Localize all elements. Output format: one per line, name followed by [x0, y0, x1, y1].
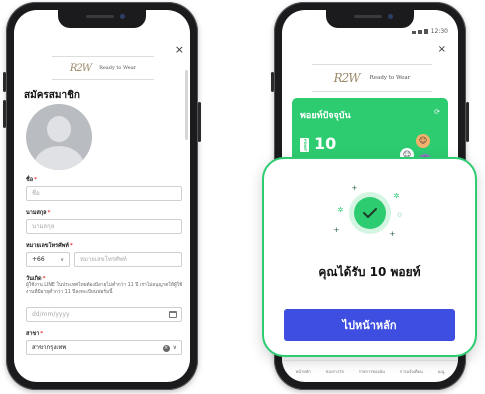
smiley-icon: ☺ — [416, 134, 430, 148]
last-name-label: นามสกุล* — [26, 210, 51, 216]
brand-logo: R2W Ready to Wear — [312, 64, 432, 92]
birthday-placeholder: dd/mm/yyyy — [32, 311, 70, 318]
phone-side-button — [198, 102, 201, 142]
phone-notch — [58, 10, 146, 28]
success-message: คุณได้รับ 10 พอยท์ — [318, 265, 421, 279]
branch-select[interactable]: สาขากรุงเทพ × ∨ — [26, 340, 182, 355]
birthday-hint: ผู้ใช้งาน LINE ในประเทศไทยต้องมีอายุไม่ต… — [26, 283, 183, 295]
birthday-input[interactable]: dd/mm/yyyy — [26, 307, 182, 322]
close-button[interactable]: × — [175, 44, 184, 55]
avatar-upload[interactable] — [26, 104, 92, 170]
phone-side-button — [271, 72, 274, 92]
country-code-value: +66 — [32, 256, 45, 263]
points-value: 10 — [314, 134, 337, 153]
avatar-placeholder-icon — [47, 116, 71, 142]
logo-text: Ready to Wear — [99, 65, 137, 71]
signal-battery-icon — [412, 29, 428, 34]
sparkle-icon: ✲ — [337, 206, 344, 214]
phone-side-button — [3, 72, 6, 92]
refresh-icon[interactable]: ⟳ — [434, 108, 440, 116]
last-name-input[interactable]: นามสกุล — [26, 219, 182, 234]
brand-logo: R2W Ready to Wear — [52, 56, 154, 80]
birthday-label: วันเกิด* — [26, 276, 46, 282]
points-card-title: พอยท์ปัจจุบัน — [300, 111, 351, 121]
close-button[interactable]: × — [438, 44, 446, 55]
phone-input[interactable]: หมายเลขโทรศัพท์ — [74, 252, 182, 267]
logo-mark: R2W — [69, 62, 92, 74]
register-screen: × R2W Ready to Wear สมัครสมาชิก ชื่อ* ชื… — [14, 10, 190, 382]
scrollbar[interactable] — [185, 70, 188, 140]
country-code-select[interactable]: +66 ∨ — [26, 252, 70, 267]
go-home-button[interactable]: ไปหน้าหลัก — [284, 309, 455, 341]
phone-notch — [326, 10, 414, 28]
status-time: 12:30 — [430, 28, 448, 35]
logo-text: Ready to Wear — [369, 75, 411, 81]
sparkle-icon: ✲ — [393, 192, 400, 200]
logo-mark: R2W — [333, 71, 361, 85]
phone-side-button — [3, 100, 6, 128]
branch-value: สาขากรุงเทพ — [32, 344, 67, 351]
success-modal: + ✲ + ✲ ○ + คุณได้รับ 10 พอยท์ ไปหน้าหลั… — [262, 157, 477, 357]
chevron-down-icon: ∨ — [60, 257, 64, 263]
page-title: สมัครสมาชิก — [24, 90, 80, 101]
first-name-input[interactable]: ชื่อ — [26, 186, 182, 201]
sparkle-icon: ○ — [397, 212, 402, 218]
calendar-icon[interactable] — [169, 311, 177, 318]
bottom-nav: หน้าหลัก ของรางวัล รายการของฉัน การแจ้งเ… — [282, 360, 458, 382]
bottom-nav-item[interactable]: การแจ้งเตือน — [400, 368, 423, 375]
first-name-label: ชื่อ* — [26, 177, 37, 183]
success-illustration: + ✲ + ✲ ○ + — [332, 185, 408, 245]
sparkle-icon: + — [333, 226, 340, 234]
clear-icon[interactable]: × — [162, 344, 170, 352]
bottom-nav-item[interactable]: เมนู — [438, 368, 445, 375]
sparkle-icon: + — [351, 184, 358, 192]
phone-side-button — [466, 102, 469, 142]
bottom-nav-item[interactable]: หน้าหลัก — [296, 368, 311, 375]
phone-frame-register: × R2W Ready to Wear สมัครสมาชิก ชื่อ* ชื… — [3, 2, 201, 390]
bottom-nav-item[interactable]: ของรางวัล — [326, 368, 344, 375]
chevron-down-icon[interactable]: ∨ — [173, 344, 177, 352]
points-badge: POINT — [300, 138, 309, 152]
check-circle-icon — [353, 197, 386, 229]
sparkle-icon: + — [389, 230, 396, 238]
bottom-nav-item[interactable]: รายการของฉัน — [359, 368, 385, 375]
branch-label: สาขา* — [26, 331, 44, 337]
phone-label: หมายเลขโทรศัพท์* — [26, 243, 73, 249]
